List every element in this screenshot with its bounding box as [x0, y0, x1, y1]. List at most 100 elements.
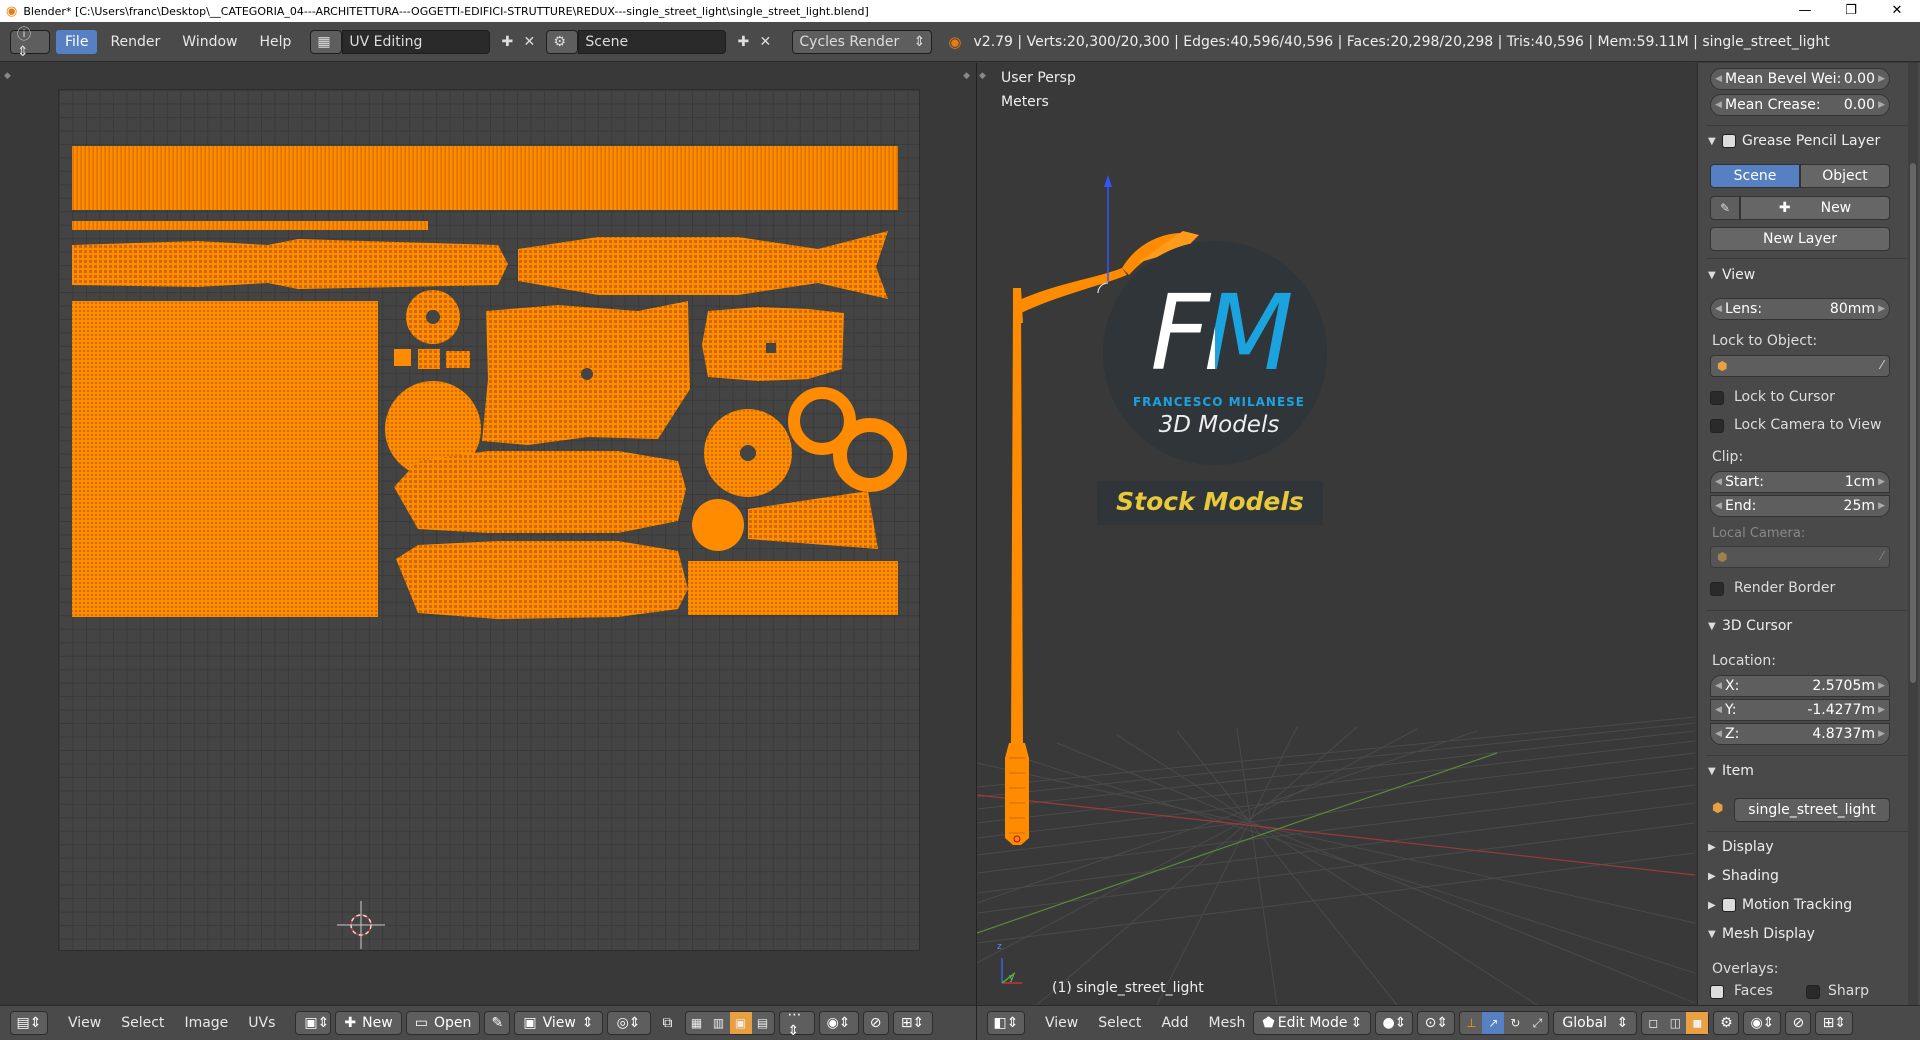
viewport-scene[interactable]: [977, 63, 1695, 1005]
render-engine-dropdown[interactable]: Cycles Render ⇕: [792, 29, 933, 54]
sharp-checkbox[interactable]: [1806, 985, 1820, 999]
local-camera-field[interactable]: ⬢ ⁄: [1710, 546, 1890, 568]
sticky-mode-dropdown[interactable]: ⋯⇕: [778, 1007, 815, 1039]
uv-island-body-b[interactable]: [396, 541, 688, 619]
vp-menu-select[interactable]: Select: [1098, 1015, 1141, 1031]
vp-menu-view[interactable]: View: [1045, 1015, 1078, 1031]
rotate-icon[interactable]: ↻: [1504, 1012, 1526, 1034]
snap-element-dropdown[interactable]: ⊞⇕: [892, 1011, 933, 1035]
menu-window[interactable]: Window: [173, 30, 246, 54]
3d-viewport[interactable]: ◆ User Persp Meters FM FRANCESCO MILANES…: [977, 63, 1695, 1005]
mean-crease-field[interactable]: ◀ Mean Crease: 0.00 ▶: [1710, 94, 1890, 116]
mode-dropdown[interactable]: ⬟ Edit Mode ⇕: [1253, 1011, 1372, 1035]
cursor-z-field[interactable]: ◀ Z: 4.8737m ▶: [1710, 723, 1890, 745]
open-image-button[interactable]: ▭ Open: [405, 1011, 481, 1035]
new-layer-button[interactable]: New Layer: [1710, 227, 1890, 251]
render-border-checkbox[interactable]: [1710, 582, 1724, 596]
editor-type-3d-button[interactable]: ◧⇕: [987, 1011, 1025, 1035]
edge-select-icon[interactable]: ▥: [708, 1012, 730, 1034]
uv-island-square-c[interactable]: [446, 351, 470, 368]
vp-menu-mesh[interactable]: Mesh: [1209, 1015, 1246, 1031]
uv-island-ball[interactable]: [692, 499, 744, 551]
clip-start-field[interactable]: ◀ Start: 1cm ▶: [1710, 471, 1890, 493]
uv-island-body-a[interactable]: [394, 451, 686, 533]
vertex-select-icon[interactable]: ▦: [686, 1012, 708, 1034]
scene-picker-button[interactable]: ⚙: [546, 29, 579, 54]
motion-tracking-panel-header[interactable]: ▶ Motion Tracking: [1708, 897, 1908, 913]
uv-islands[interactable]: [58, 89, 920, 951]
add-layout-icon[interactable]: ✚: [496, 31, 518, 53]
translate-icon[interactable]: ↗: [1482, 1012, 1505, 1034]
vertex-mode-icon[interactable]: ◻: [1642, 1012, 1664, 1034]
proportional-edit-dropdown[interactable]: ◉⇕: [818, 1011, 859, 1035]
uv-island-base-strip[interactable]: [688, 561, 898, 615]
eyedropper-icon[interactable]: ⁄: [1881, 358, 1883, 372]
snap-icon[interactable]: ⊘: [862, 1011, 889, 1035]
manipulator-toggle-icon[interactable]: ⊥: [1460, 1012, 1482, 1034]
scale-icon[interactable]: ⤢: [1526, 1012, 1548, 1034]
layout-field[interactable]: UV Editing: [342, 29, 491, 54]
uv-island-square-a[interactable]: [394, 349, 411, 366]
item-panel-header[interactable]: ▼ Item: [1708, 763, 1908, 779]
uv-island-cone[interactable]: [748, 491, 878, 549]
tab-object[interactable]: Object: [1800, 164, 1890, 188]
eyedropper-icon[interactable]: ⁄: [1881, 549, 1883, 563]
pivot-point-dropdown[interactable]: ⊙⇕: [1417, 1011, 1456, 1035]
close-button[interactable]: ✕: [1874, 0, 1920, 22]
menu-help[interactable]: Help: [250, 30, 300, 54]
uv-island-strip-thin[interactable]: [72, 221, 428, 230]
grease-pencil-panel-header[interactable]: ▼ Grease Pencil Layer: [1708, 133, 1908, 149]
sync-selection-icon[interactable]: ⧉: [654, 1011, 681, 1035]
faces-checkbox[interactable]: [1710, 985, 1724, 999]
uv-island-pole-right[interactable]: [518, 231, 888, 299]
pencil-icon[interactable]: ✎: [1710, 196, 1740, 220]
tab-scene[interactable]: Scene: [1710, 164, 1800, 188]
new-gp-button[interactable]: ✚ New: [1740, 196, 1890, 220]
scene-field[interactable]: Scene: [578, 29, 727, 54]
add-scene-icon[interactable]: ✚: [732, 31, 754, 53]
remove-scene-icon[interactable]: ✕: [754, 31, 776, 53]
menu-render[interactable]: Render: [101, 30, 169, 54]
uv-image-editor[interactable]: ◆ ◆: [0, 63, 976, 1005]
clip-end-field[interactable]: ◀ End: 25m ▶: [1710, 495, 1890, 517]
orientation-dropdown[interactable]: Global ⇕: [1553, 1011, 1638, 1035]
region-toggle-icon[interactable]: ◆: [4, 71, 11, 81]
pin-icon[interactable]: ✎: [484, 1011, 511, 1035]
scrollbar-thumb[interactable]: [1910, 163, 1916, 683]
remove-layout-icon[interactable]: ✕: [518, 31, 540, 53]
face-select-icon[interactable]: ▣: [729, 1012, 752, 1034]
uv-island-square-b[interactable]: [418, 349, 440, 369]
snap-magnet-icon[interactable]: ⊘: [1785, 1011, 1812, 1035]
display-panel-header[interactable]: ▶ Display: [1708, 839, 1908, 855]
panel-scrollbar[interactable]: [1908, 63, 1918, 1005]
island-select-icon[interactable]: ▤: [752, 1012, 774, 1034]
uv-menu-view[interactable]: View: [68, 1015, 101, 1031]
minimize-button[interactable]: —: [1782, 0, 1828, 22]
shading-panel-header[interactable]: ▶ Shading: [1708, 868, 1908, 884]
lock-to-cursor-checkbox[interactable]: [1710, 391, 1724, 405]
properties-shelf[interactable]: ◀ Mean Bevel Wei: 0.00 ▶ ◀ Mean Crease: 0.00 ▶…: [1697, 63, 1920, 1005]
cursor-y-field[interactable]: ◀ Y: -1.4277m ▶: [1710, 699, 1890, 721]
new-image-button[interactable]: ✚ New: [335, 1011, 402, 1035]
shading-dropdown[interactable]: ●⇕: [1375, 1011, 1414, 1035]
lock-camera-checkbox[interactable]: [1710, 419, 1724, 433]
uv-menu-image[interactable]: Image: [184, 1015, 228, 1031]
face-mode-icon[interactable]: ◼: [1686, 1012, 1709, 1034]
lock-object-field[interactable]: ⬢ ⁄: [1710, 355, 1890, 377]
layout-picker-button[interactable]: ▦: [310, 29, 343, 54]
uv-island-base-grid[interactable]: [72, 301, 378, 617]
3d-cursor-panel-header[interactable]: ▼ 3D Cursor: [1708, 618, 1908, 634]
uv-menu-uvs[interactable]: UVs: [248, 1015, 275, 1031]
mesh-display-panel-header[interactable]: ▼ Mesh Display: [1708, 926, 1908, 942]
editor-type-uv-button[interactable]: ▤⇕: [10, 1011, 48, 1035]
snap-target-dropdown[interactable]: ⊞⇕: [1815, 1011, 1854, 1035]
grease-pencil-checkbox[interactable]: [1722, 134, 1736, 148]
editor-type-info-button[interactable]: ⓘ ⇕: [10, 27, 50, 60]
2d-cursor-icon[interactable]: [337, 901, 385, 949]
uv-menu-select[interactable]: Select: [121, 1015, 164, 1031]
motion-tracking-checkbox[interactable]: [1722, 898, 1736, 912]
cursor-x-field[interactable]: ◀ X: 2.5705m ▶: [1710, 675, 1890, 697]
vp-menu-add[interactable]: Add: [1161, 1015, 1188, 1031]
occlude-geometry-icon[interactable]: ⚙: [1713, 1011, 1740, 1035]
maximize-button[interactable]: ❐: [1828, 0, 1874, 22]
